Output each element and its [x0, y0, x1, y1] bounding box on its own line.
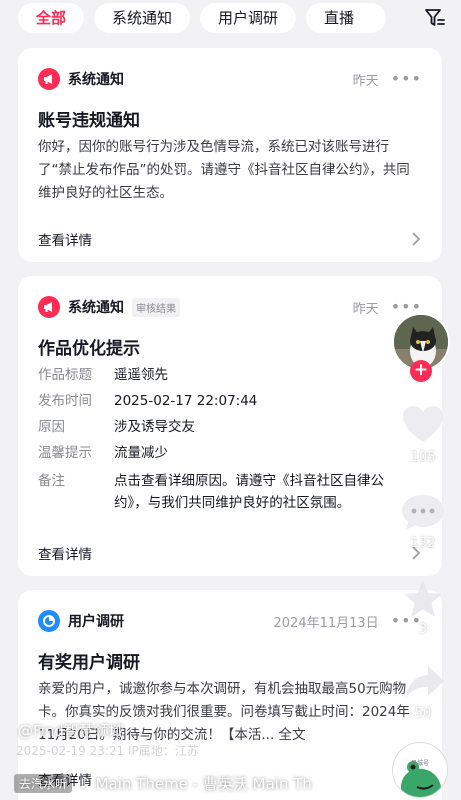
- tab-system-notice[interactable]: 系统通知: [94, 3, 191, 33]
- notice-card-content-optimization[interactable]: 系统通知 审核结果 昨天 ••• 作品优化提示 作品标题 遥遥领先 发布时间 2…: [18, 276, 442, 576]
- disc-label: 见城号: [411, 760, 430, 767]
- card-time: 2024年11月13日: [273, 615, 379, 631]
- tab-live[interactable]: 直播: [306, 3, 387, 33]
- category-tabs: 全部 系统通知 用户调研 直播: [0, 0, 461, 36]
- view-details-label: 查看详情: [38, 547, 92, 563]
- like-heart-icon[interactable]: [401, 404, 445, 444]
- survey-chart-icon: [38, 610, 60, 632]
- filter-button[interactable]: [409, 0, 461, 36]
- megaphone-icon: [38, 296, 60, 318]
- more-options-icon[interactable]: •••: [391, 71, 422, 87]
- comment-bubble-icon[interactable]: [400, 492, 446, 534]
- card-source: 系统通知: [68, 300, 124, 316]
- card-title: 有奖用户调研: [38, 653, 140, 673]
- music-title: Main Theme - 曹英沃 Main Th: [95, 774, 312, 793]
- creator-watermark: @Find智慧领域: [18, 722, 124, 740]
- kv-reason: 原因 涉及诱导交友: [38, 419, 195, 435]
- filter-icon: [425, 9, 445, 26]
- music-note-icon: ♪: [80, 774, 90, 792]
- survey-card[interactable]: 用户调研 2024年11月13日 ••• 有奖用户调研 亲爱的用户，诚邀你参与本…: [18, 590, 442, 800]
- card-time: 昨天: [352, 73, 379, 89]
- kv-tip: 温馨提示 流量减少: [38, 445, 168, 461]
- more-options-icon[interactable]: •••: [391, 299, 422, 315]
- card-title: 账号违规通知: [38, 111, 140, 131]
- view-details-label: 查看详情: [38, 233, 92, 249]
- card-header: 用户调研 2024年11月13日 •••: [38, 610, 422, 632]
- kv-work-title: 作品标题 遥遥领先: [38, 367, 168, 383]
- ghost-timestamp: 2025-02-19 23:21 IP属地：江苏: [16, 744, 199, 758]
- kv-publish-time: 发布时间 2025-02-17 22:07:44: [38, 393, 258, 409]
- favorite-count: 3: [418, 622, 428, 637]
- card-source: 系统通知: [68, 72, 124, 88]
- frog-disc-icon: [393, 743, 447, 797]
- music-disc[interactable]: 见城号: [392, 742, 448, 798]
- notice-card-account-violation[interactable]: 系统通知 昨天 ••• 账号违规通知 你好，因你的账号行为涉及色情导流，系统已对…: [18, 48, 442, 262]
- card-title: 作品优化提示: [38, 339, 140, 359]
- megaphone-icon: [38, 68, 60, 90]
- follow-plus-button[interactable]: +: [410, 360, 432, 382]
- kv-remark: 备注 点击查看详细原因。请遵守《抖音社区自律公约》，与我们共同维护良好的社区氛围…: [38, 473, 384, 511]
- card-header: 系统通知 昨天 •••: [38, 68, 422, 90]
- card-time: 昨天: [352, 301, 379, 317]
- card-source: 用户调研: [68, 614, 124, 630]
- view-details-link[interactable]: 查看详情: [38, 228, 422, 250]
- chevron-right-icon: [412, 232, 421, 246]
- view-details-link[interactable]: 查看详情: [38, 542, 422, 564]
- share-count: 50: [414, 706, 432, 721]
- like-count: 105: [410, 450, 436, 465]
- tab-all[interactable]: 全部: [18, 3, 85, 33]
- card-header: 系统通知 审核结果 昨天 •••: [38, 296, 422, 318]
- favorite-star-icon[interactable]: [402, 578, 444, 620]
- share-arrow-icon[interactable]: [404, 662, 446, 702]
- music-bar[interactable]: 去汽水听 ♪ Main Theme - 曹英沃 Main Th: [14, 772, 312, 794]
- listen-in-soda-chip[interactable]: 去汽水听: [14, 773, 73, 793]
- comment-count: 132: [410, 536, 436, 551]
- card-body: 你好，因你的账号行为涉及色情导流，系统已对该账号进行了“禁止发布作品”的处罚。请…: [38, 139, 410, 201]
- review-result-tag: 审核结果: [132, 297, 180, 317]
- tab-user-survey[interactable]: 用户调研: [200, 3, 297, 33]
